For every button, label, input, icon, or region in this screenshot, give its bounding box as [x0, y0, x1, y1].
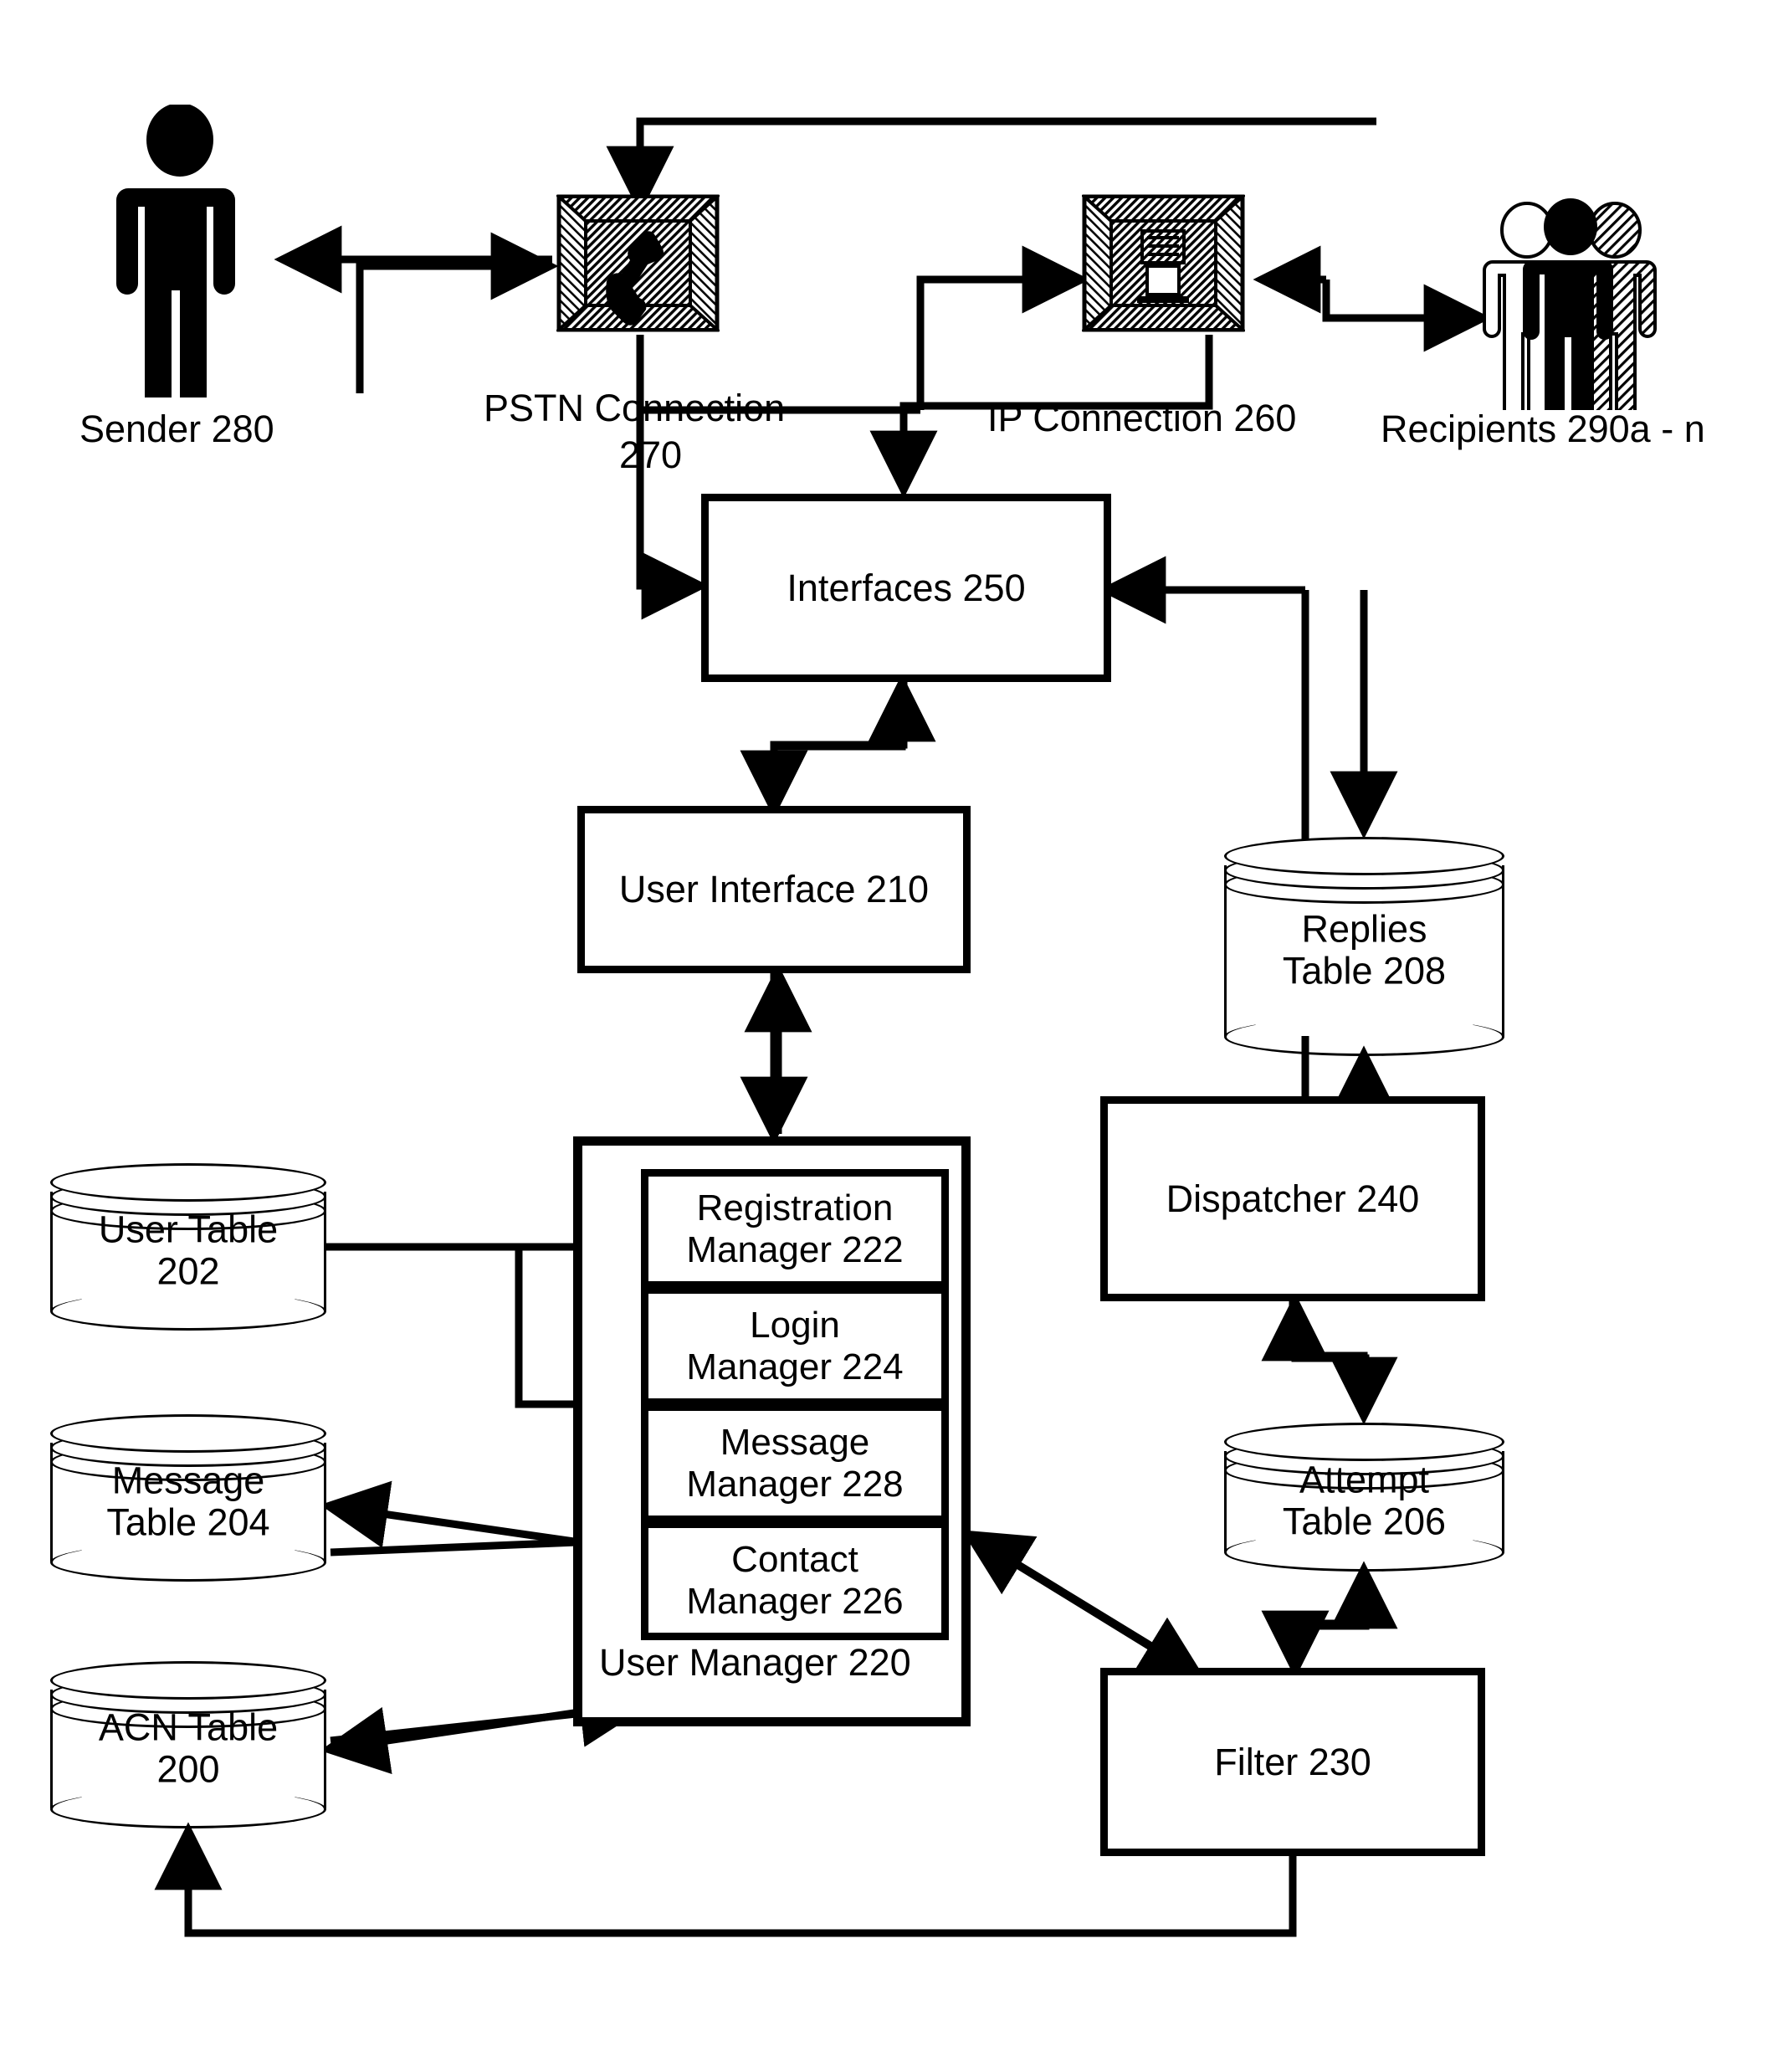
wire-pstn-to-ip-left — [916, 245, 1090, 410]
registration-manager-block[interactable]: Registration Manager 222 — [641, 1169, 949, 1289]
sender-label: Sender 280 — [79, 408, 274, 450]
wire-filter-to-attempt — [1289, 1561, 1398, 1665]
ip-connection-label: IP Connection 260 — [987, 397, 1297, 439]
recipients-label: Recipients 290a - n — [1381, 408, 1705, 450]
interfaces-block-label: Interfaces 250 — [787, 566, 1026, 609]
computer-device-icon — [1079, 194, 1248, 332]
message-table-line2: Table 204 — [106, 1501, 270, 1545]
login-manager-block[interactable]: Login Manager 224 — [641, 1286, 949, 1406]
interfaces-block[interactable]: Interfaces 250 — [701, 494, 1111, 682]
user-table-line1: User Table — [98, 1208, 279, 1251]
message-table-line1: Message — [111, 1459, 265, 1502]
acn-table-cylinder[interactable]: ACN Table 200 — [50, 1661, 326, 1828]
wire-sender-to-pstn — [356, 232, 559, 393]
user-interface-block[interactable]: User Interface 210 — [577, 806, 971, 973]
replies-table-line1: Replies — [1301, 907, 1427, 951]
wire-ip-top-to-pstn-top — [606, 117, 1376, 214]
patent-figure: Sender 280 PSTN Connection 270 IP Connec… — [0, 0, 1773, 2072]
attempt-table-line1: Attempt — [1299, 1458, 1430, 1501]
attempt-table-cylinder[interactable]: Attempt Table 206 — [1224, 1423, 1504, 1572]
dispatcher-block[interactable]: Dispatcher 240 — [1100, 1096, 1485, 1301]
registration-manager-line1: Registration — [696, 1187, 894, 1229]
contact-manager-block[interactable]: Contact Manager 226 — [641, 1521, 949, 1640]
wire-attempt-to-dispatcher — [1261, 1293, 1370, 1414]
user-manager-group-label: User Manager 220 — [599, 1641, 911, 1684]
login-manager-line1: Login — [750, 1305, 840, 1346]
acn-table-line1: ACN Table — [98, 1705, 279, 1749]
wire-messagemanager-to-messagetable — [320, 1480, 587, 1548]
attempt-table-line2: Table 206 — [1282, 1500, 1447, 1544]
pstn-connection-label-line1: PSTN Connection — [484, 387, 786, 429]
person-icon — [88, 103, 272, 413]
user-manager-group[interactable]: Registration Manager 222 Login Manager 2… — [573, 1136, 971, 1726]
message-table-cylinder[interactable]: Message Table 204 — [50, 1414, 326, 1582]
telephone-device-icon — [554, 194, 722, 332]
acn-table-line2: 200 — [156, 1748, 220, 1792]
contact-manager-line1: Contact — [731, 1539, 858, 1581]
people-group-icon — [1468, 197, 1673, 428]
wire-contactmanager-to-acntable — [320, 1706, 587, 1775]
dispatcher-block-label: Dispatcher 240 — [1166, 1177, 1420, 1220]
message-manager-line1: Message — [720, 1422, 870, 1464]
wire-ip-to-recipients — [1322, 280, 1492, 352]
registration-manager-line2: Manager 222 — [686, 1228, 904, 1270]
replies-table-cylinder[interactable]: Replies Table 208 — [1224, 837, 1504, 1056]
pstn-connection-label-line2: 270 — [619, 433, 683, 476]
user-table-line2: 202 — [156, 1250, 220, 1294]
message-manager-block[interactable]: Message Manager 228 — [641, 1403, 949, 1523]
user-table-cylinder[interactable]: User Table 202 — [50, 1163, 326, 1331]
user-interface-block-label: User Interface 210 — [618, 868, 930, 911]
wire-messagemanager-to-filter — [985, 1543, 1207, 1682]
message-manager-line2: Manager 228 — [686, 1463, 904, 1505]
replies-table-line2: Table 208 — [1282, 950, 1447, 993]
wire-ui-to-interfaces — [770, 674, 936, 803]
filter-block[interactable]: Filter 230 — [1100, 1668, 1485, 1856]
filter-block-label: Filter 230 — [1214, 1740, 1371, 1783]
login-manager-line2: Manager 224 — [686, 1346, 904, 1387]
contact-manager-line2: Manager 226 — [686, 1580, 904, 1622]
